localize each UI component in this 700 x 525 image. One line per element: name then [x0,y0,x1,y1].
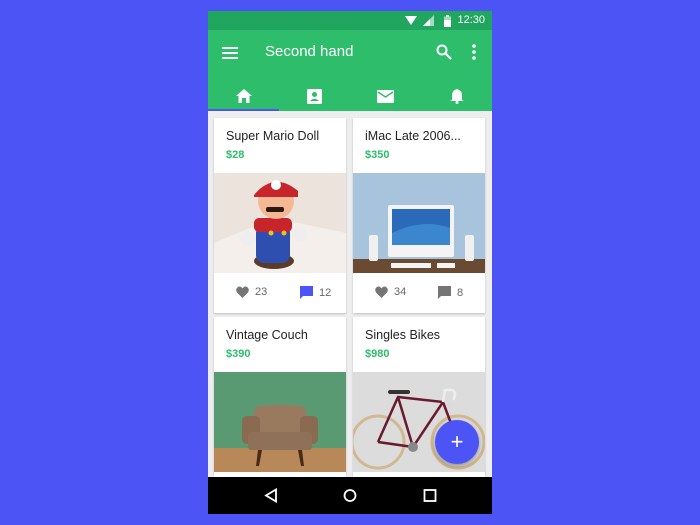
likes-stat[interactable]: 23 [236,286,267,298]
item-name: Super Mario Doll [226,129,320,143]
item-price: $28 [226,149,245,161]
item-image-imac[interactable] [353,173,485,273]
phone-screen: 12:30 Second hand Super Mario Doll $28 2… [208,11,492,514]
heart-icon [375,286,388,298]
battery-icon [444,15,451,27]
plus-icon: + [450,429,464,454]
likes-stat[interactable]: 34 [375,286,406,298]
wifi-icon [405,16,417,25]
item-name: iMac Late 2006... [365,129,461,143]
tab-notifications[interactable] [421,81,492,111]
item-name: Vintage Couch [226,328,308,342]
tab-contacts[interactable] [279,81,350,111]
system-nav-bar [208,477,492,514]
tab-home[interactable] [208,81,279,111]
search-icon[interactable] [436,44,452,60]
status-bar: 12:30 [208,11,492,30]
item-price: $350 [365,149,390,161]
item-card[interactable]: Vintage Couch $390 [214,317,346,487]
bell-icon [449,89,464,104]
more-vert-icon[interactable] [471,44,477,60]
item-name: Singles Bikes [365,328,441,342]
menu-icon[interactable] [222,46,238,60]
home-icon [235,89,252,103]
add-item-button[interactable]: + [435,420,479,464]
signal-icon [423,15,434,26]
app-bar: Second hand [208,30,492,111]
comments-count: 12 [319,286,332,299]
recents-icon[interactable] [423,488,437,503]
item-image-mario-doll[interactable] [214,173,346,273]
likes-count: 23 [255,286,268,298]
comment-icon [300,286,313,299]
item-card[interactable]: iMac Late 2006... $350 34 8 [353,118,485,313]
mail-icon [377,89,394,103]
item-image-armchair[interactable] [214,372,346,472]
comment-icon [438,286,451,299]
item-price: $980 [365,348,390,360]
back-icon[interactable] [264,488,278,503]
comments-stat[interactable]: 12 [300,286,331,299]
tab-bar [208,81,492,111]
heart-icon [236,286,249,298]
item-footer: 23 12 [214,273,346,313]
item-card[interactable]: Super Mario Doll $28 23 12 [214,118,346,313]
item-footer: 34 8 [353,273,485,313]
tab-mail[interactable] [350,81,421,111]
home-nav-icon[interactable] [343,488,357,503]
status-time: 12:30 [457,14,485,26]
comments-stat[interactable]: 8 [438,286,463,299]
contact-icon [307,88,322,104]
item-price: $390 [226,348,251,360]
comments-count: 8 [457,286,464,299]
likes-count: 34 [394,286,407,298]
app-title: Second hand [265,43,354,60]
